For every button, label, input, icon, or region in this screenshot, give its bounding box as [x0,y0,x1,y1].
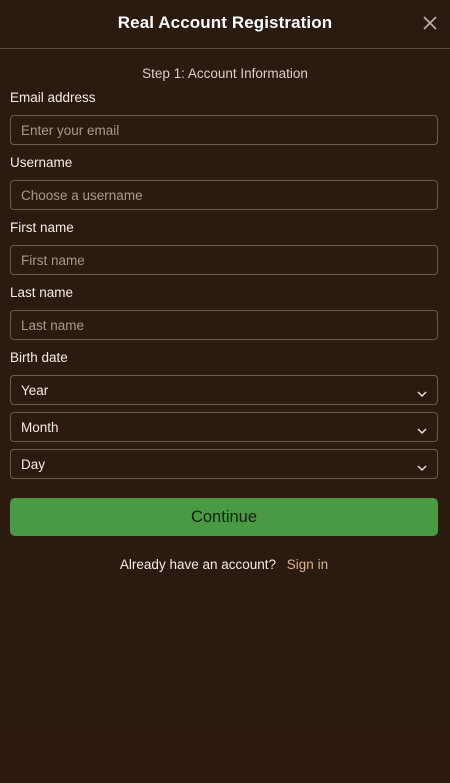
email-group: Email address [10,89,438,145]
month-select[interactable]: Month [10,412,438,442]
step-indicator: Step 1: Account Information [142,66,308,81]
username-group: Username [10,154,438,210]
first-name-label: First name [10,220,74,235]
chevron-down-icon [417,386,427,398]
close-icon[interactable] [421,14,439,32]
first-name-group: First name [10,219,438,275]
first-name-input[interactable] [10,245,438,275]
month-select-value: Month [21,419,59,435]
last-name-group: Last name [10,284,438,340]
signin-row: Already have an account? Sign in [10,557,438,572]
email-input[interactable] [10,115,438,145]
day-select[interactable]: Day [10,449,438,479]
year-select[interactable]: Year [10,375,438,405]
year-select-value: Year [21,382,49,398]
email-label: Email address [10,90,96,105]
day-select-value: Day [21,456,46,472]
username-input[interactable] [10,180,438,210]
username-label: Username [10,155,73,170]
continue-button[interactable]: Continue [10,498,438,536]
signin-prompt: Already have an account? [119,557,277,572]
last-name-input[interactable] [10,310,438,340]
registration-form: Email address Username First name Last n… [0,89,450,572]
last-name-label: Last name [10,285,74,300]
birth-date-group: Birth date Year Month Day [10,349,438,479]
chevron-down-icon [417,423,427,435]
signin-link[interactable]: Sign in [287,557,328,572]
modal-header: Real Account Registration [0,0,450,49]
chevron-down-icon [417,460,427,472]
registration-modal: Real Account Registration Step 1: Accoun… [0,0,450,783]
birth-date-label: Birth date [10,350,68,365]
modal-title: Real Account Registration [117,13,333,32]
